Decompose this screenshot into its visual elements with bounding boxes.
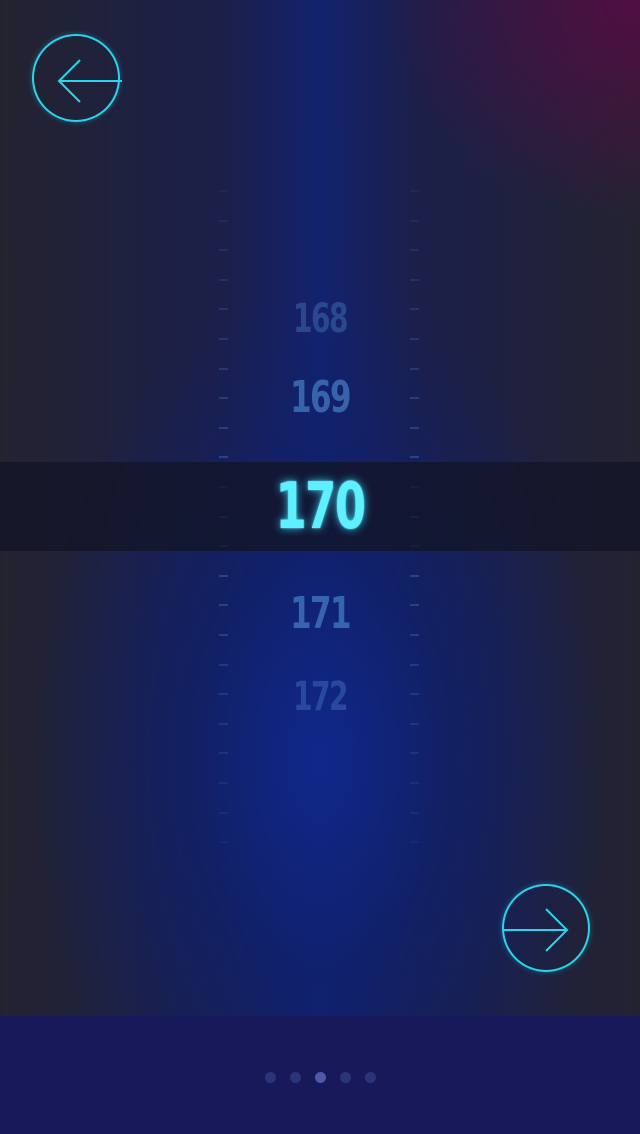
ruler-tick	[219, 782, 228, 784]
ruler-tick	[410, 782, 419, 784]
picker-value[interactable]: 169	[70, 372, 569, 423]
back-button[interactable]	[32, 34, 122, 122]
ruler-tick	[219, 574, 228, 577]
ruler-tick	[410, 722, 419, 725]
next-button[interactable]	[502, 884, 590, 972]
page-indicator	[0, 1072, 640, 1084]
ruler-tick	[410, 811, 419, 814]
ruler-tick	[219, 249, 228, 252]
ruler-tick	[219, 752, 228, 755]
ruler-tick	[410, 338, 419, 340]
picker-value[interactable]: 168	[70, 296, 569, 334]
picker-value[interactable]: 171	[70, 588, 569, 639]
ruler-tick	[410, 574, 419, 577]
ruler-tick	[410, 752, 419, 755]
ruler-tick	[410, 367, 419, 370]
ruler-tick	[219, 722, 228, 725]
page-dot[interactable]	[339, 1072, 351, 1083]
ruler-tick	[219, 338, 228, 340]
arrow-right-icon	[504, 908, 569, 952]
ruler-tick	[410, 663, 419, 666]
ruler-tick	[219, 190, 228, 192]
ruler-tick	[219, 811, 228, 814]
ruler-tick	[410, 841, 419, 844]
ruler-tick	[219, 278, 228, 281]
ruler-tick	[410, 219, 419, 222]
page-dot[interactable]	[364, 1072, 376, 1083]
ruler-tick	[219, 426, 228, 429]
page-dot[interactable]	[289, 1072, 301, 1083]
picker-selected-value[interactable]: 170	[70, 470, 569, 544]
ruler-tick	[410, 190, 419, 192]
ruler-tick	[219, 841, 228, 844]
ruler-tick	[219, 456, 228, 459]
page-dot[interactable]	[314, 1072, 326, 1083]
ruler-tick	[410, 249, 419, 252]
ruler-tick	[410, 426, 419, 429]
page-dot[interactable]	[264, 1072, 276, 1083]
ruler-tick	[219, 219, 228, 222]
ruler-tick	[410, 456, 419, 459]
arrow-left-icon	[57, 59, 122, 103]
ruler-tick	[219, 367, 228, 370]
height-picker-screen: 168 169 170 171 172	[0, 0, 640, 1134]
ruler-tick	[410, 278, 419, 281]
picker-value[interactable]: 172	[70, 674, 569, 712]
ruler-tick	[219, 663, 228, 666]
